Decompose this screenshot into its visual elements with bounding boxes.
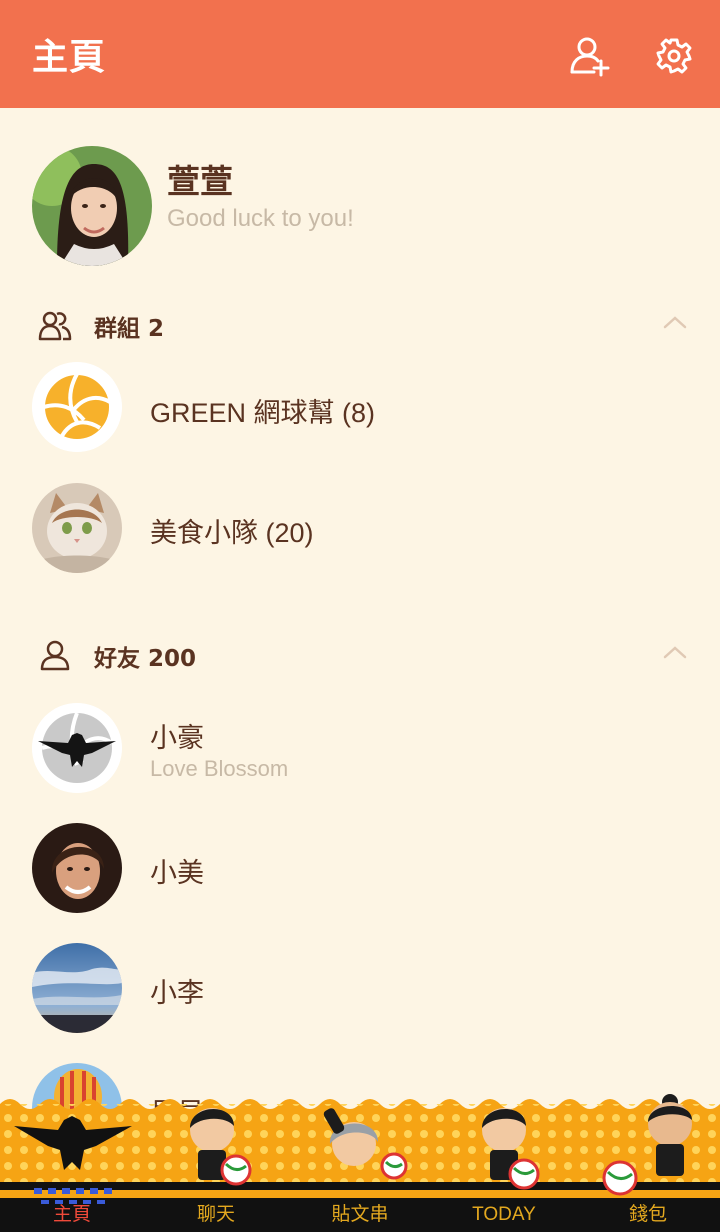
chevron-up-icon[interactable]	[662, 644, 688, 660]
groups-section-header[interactable]: 群組 2	[0, 300, 720, 350]
chibi-player-icon	[190, 1108, 252, 1186]
friend-name[interactable]: 小美	[150, 851, 204, 890]
profile-status-message: Good luck to you!	[167, 205, 354, 232]
group-avatar-cat[interactable]	[32, 483, 122, 573]
chibi-player-icon	[482, 1108, 540, 1190]
group-name[interactable]: GREEN 網球幫 (8)	[150, 391, 375, 430]
friend-name[interactable]: 小李	[150, 971, 204, 1010]
friend-name[interactable]: 小豪	[150, 716, 204, 755]
profile-avatar[interactable]	[32, 146, 152, 266]
tab-label: 錢包	[628, 1204, 667, 1225]
chibi-player-icon	[602, 1094, 692, 1196]
add-friend-icon[interactable]	[568, 34, 612, 78]
group-avatar-volleyball[interactable]	[32, 362, 122, 452]
crow-icon	[14, 1116, 132, 1204]
tab-home[interactable]: 主頁	[0, 1094, 144, 1232]
groups-section-label: 群組 2	[94, 316, 165, 342]
friend-icon	[38, 638, 72, 672]
tab-chats[interactable]: 聊天	[144, 1094, 288, 1232]
bottom-tab-bar: 主頁 聊天 貼文串 TODAY 錢包	[0, 1094, 720, 1232]
friend-avatar-crow[interactable]	[32, 703, 122, 793]
page-title: 主頁	[32, 37, 107, 78]
tab-today[interactable]: TODAY	[432, 1094, 576, 1232]
tab-label: 主頁	[52, 1204, 91, 1225]
tab-label: 貼文串	[331, 1204, 389, 1225]
tab-label: TODAY	[472, 1204, 536, 1225]
chibi-player-icon	[323, 1108, 408, 1180]
app-header: 主頁	[0, 0, 720, 108]
group-name[interactable]: 美食小隊 (20)	[150, 511, 314, 550]
friends-section-label: 好友 200	[94, 646, 197, 672]
friend-status-message: Love Blossom	[150, 756, 289, 781]
gear-icon[interactable]	[652, 34, 696, 78]
tab-label: 聊天	[196, 1204, 235, 1225]
friends-section-header[interactable]: 好友 200	[0, 630, 720, 680]
friend-avatar-woman[interactable]	[32, 823, 122, 913]
tab-wallet[interactable]: 錢包	[576, 1094, 720, 1232]
profile-name: 萱萱	[167, 162, 233, 201]
friend-avatar-sky[interactable]	[32, 943, 122, 1033]
group-icon	[38, 308, 72, 342]
chevron-up-icon[interactable]	[662, 314, 688, 330]
tab-timeline[interactable]: 貼文串	[288, 1094, 432, 1232]
